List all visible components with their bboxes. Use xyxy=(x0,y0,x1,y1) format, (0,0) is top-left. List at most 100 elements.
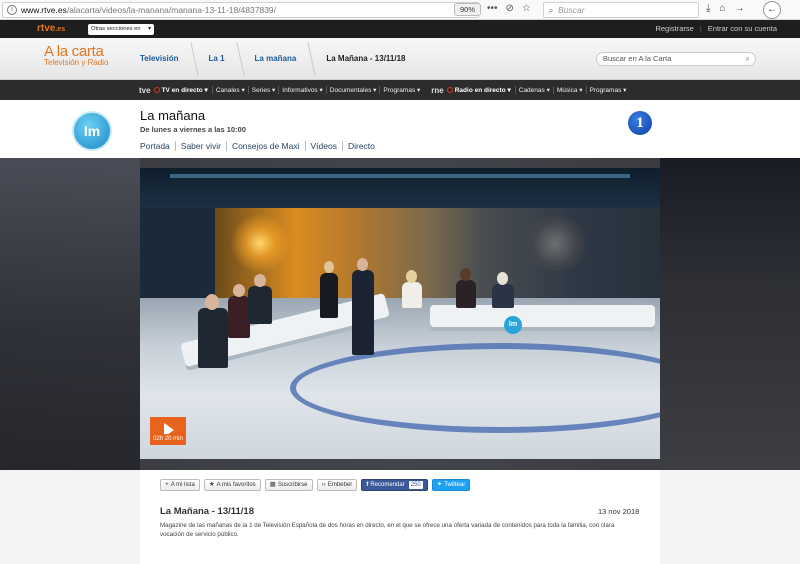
address-bar[interactable]: i www.rtve.es/alacarta/videos/la-manana/… xyxy=(2,2,479,18)
presenter xyxy=(456,280,476,308)
presenter xyxy=(402,282,422,308)
presenter xyxy=(228,296,250,338)
menu-musica[interactable]: Música ▾ xyxy=(552,86,586,94)
sparks xyxy=(230,213,290,273)
embed-label: Embeber xyxy=(327,482,353,488)
program-nav-consejos[interactable]: Consejos de Maxi xyxy=(225,141,305,151)
menu-series[interactable]: Series ▾ xyxy=(247,86,279,94)
twitter-button[interactable]: ✦ Twittear xyxy=(431,479,471,491)
program-schedule: De lunes a viernes a las 10:00 xyxy=(140,125,246,134)
presenter-head xyxy=(254,274,266,287)
program-nav-saber-vivir[interactable]: Saber vivir xyxy=(174,141,226,151)
rtve-logo-text: rtve xyxy=(37,23,56,34)
alacarta-header: A la carta Televisión y Radio Televisión… xyxy=(0,38,800,80)
menu-series-label: Series xyxy=(251,87,271,94)
tv-live-label: TV en directo xyxy=(161,87,203,94)
rtve-logo-suffix: .es xyxy=(55,26,66,33)
presenter-head xyxy=(460,268,471,281)
menu-cadenas[interactable]: Cadenas ▾ xyxy=(514,86,553,94)
alacarta-subtitle: Televisión y Radio xyxy=(44,58,109,67)
favorites-button[interactable]: ★ A mis favoritos xyxy=(203,479,261,491)
divider: | xyxy=(699,24,702,33)
program-nav-directo[interactable]: Directo xyxy=(341,141,380,151)
presenter-head xyxy=(497,272,508,285)
desk-right xyxy=(430,305,655,327)
browser-search-input[interactable]: ⌕ Buscar xyxy=(543,2,699,18)
favorites-label: A mis favoritos xyxy=(216,482,256,488)
program-nav-portada[interactable]: Portada xyxy=(140,141,175,151)
rss-icon: ▦ xyxy=(269,481,276,488)
url-domain: www.rtve.es xyxy=(21,5,67,15)
pocket-icon[interactable]: ⊘ xyxy=(506,3,514,14)
register-link[interactable]: Registrarse xyxy=(655,24,693,33)
rtve-logo[interactable]: rtve.es xyxy=(37,23,65,34)
chevron-down-icon: ▾ xyxy=(147,26,151,32)
home-icon[interactable]: ⌂ xyxy=(719,3,725,14)
breadcrumb-television[interactable]: Televisión xyxy=(126,38,194,80)
star-icon: ★ xyxy=(208,481,215,488)
background-blur-left xyxy=(0,158,140,470)
presenter xyxy=(248,286,272,324)
rne-logo[interactable]: rne xyxy=(431,86,443,95)
search-icon: ⌕ xyxy=(548,4,554,15)
presenter xyxy=(352,270,374,355)
embed-button[interactable]: ‹› Embeber xyxy=(316,479,358,491)
alacarta-logo[interactable]: A la carta Televisión y Radio xyxy=(44,43,108,67)
live-dot-icon xyxy=(446,87,453,93)
radio-live-link[interactable]: Radio en directo ▾ xyxy=(455,86,511,94)
menu-programas-tv[interactable]: Programas ▾ xyxy=(379,86,423,94)
login-link[interactable]: Entrar con su cuenta xyxy=(708,24,777,33)
zoom-level[interactable]: 90% xyxy=(454,3,482,16)
subscribe-button[interactable]: ▦ Suscribirse xyxy=(264,479,313,491)
menu-documentales[interactable]: Documentales ▾ xyxy=(325,86,380,94)
otras-secciones-select[interactable]: Otras secciones en RTVE.es ▾ xyxy=(88,24,154,43)
menu-informativos[interactable]: Informativos ▾ xyxy=(278,86,325,94)
plus-icon: + xyxy=(165,481,169,488)
bookmark-star-icon[interactable]: ☆ xyxy=(522,3,531,14)
alacarta-search-input[interactable]: Buscar en A la Carta ⌕ xyxy=(596,52,756,66)
twitter-icon: ✦ xyxy=(436,481,443,488)
program-header xyxy=(0,100,800,158)
breadcrumb-la-manana[interactable]: La mañana xyxy=(240,38,312,80)
breadcrumb-current: La Mañana - 13/11/18 xyxy=(326,54,406,63)
video-player[interactable]: lm xyxy=(140,168,660,459)
program-title: La mañana xyxy=(140,108,206,123)
page-actions: ••• ⊘ ☆ xyxy=(487,3,531,14)
twitter-label: Twittear xyxy=(444,482,466,488)
presenter-head xyxy=(324,261,334,273)
breadcrumb-la1[interactable]: La 1 xyxy=(194,38,240,80)
tv-live-link[interactable]: TV en directo ▾ xyxy=(162,86,208,94)
forward-icon[interactable]: → xyxy=(734,3,744,14)
toolbar-icons: ⤓ ⌂ → xyxy=(706,3,744,14)
background-blur-right xyxy=(660,158,800,470)
program-logo[interactable]: lm xyxy=(72,111,112,151)
menu-musica-label: Música xyxy=(556,87,578,94)
info-icon[interactable]: i xyxy=(7,5,17,15)
program-nav-videos[interactable]: Vídeos xyxy=(304,141,342,151)
presenter-head xyxy=(233,284,245,297)
menu-cadenas-label: Cadenas xyxy=(518,87,545,94)
download-icon[interactable]: ⤓ xyxy=(706,3,710,14)
program-nav: Portada Saber vivir Consejos de Maxi Víd… xyxy=(140,141,380,151)
tve-logo[interactable]: tve xyxy=(139,86,151,95)
add-to-list-label: A mi lista xyxy=(170,482,195,488)
facebook-recommend-button[interactable]: f Recomendar 250 xyxy=(361,479,428,491)
video-duration: 02h 20 min xyxy=(150,434,186,445)
search-icon[interactable]: ⌕ xyxy=(746,53,750,65)
share-actions: + A mi lista ★ A mis favoritos ▦ Suscribirs… xyxy=(160,479,471,491)
facebook-label: Recomendar xyxy=(370,482,405,488)
back-button[interactable]: ← xyxy=(763,1,781,19)
menu-programas-tv-label: Programas xyxy=(383,87,416,94)
studio-lights xyxy=(170,174,630,178)
episode-title: La Mañana - 13/11/18 xyxy=(160,506,254,517)
presenter xyxy=(492,284,514,308)
live-dot-icon xyxy=(153,87,160,93)
episode-description: Magazine de las mañanas de la 1 de Telev… xyxy=(160,522,615,538)
more-icon[interactable]: ••• xyxy=(487,3,498,14)
menu-programas-radio[interactable]: Programas ▾ xyxy=(585,86,630,94)
menu-documentales-label: Documentales xyxy=(329,87,372,94)
menu-canales[interactable]: Canales ▾ xyxy=(211,86,248,94)
channels-menu: tve TV en directo ▾ Canales ▾ Series ▾ I… xyxy=(139,80,629,100)
browser-toolbar: i www.rtve.es/alacarta/videos/la-manana/… xyxy=(0,0,800,20)
add-to-list-button[interactable]: + A mi lista xyxy=(160,479,200,491)
